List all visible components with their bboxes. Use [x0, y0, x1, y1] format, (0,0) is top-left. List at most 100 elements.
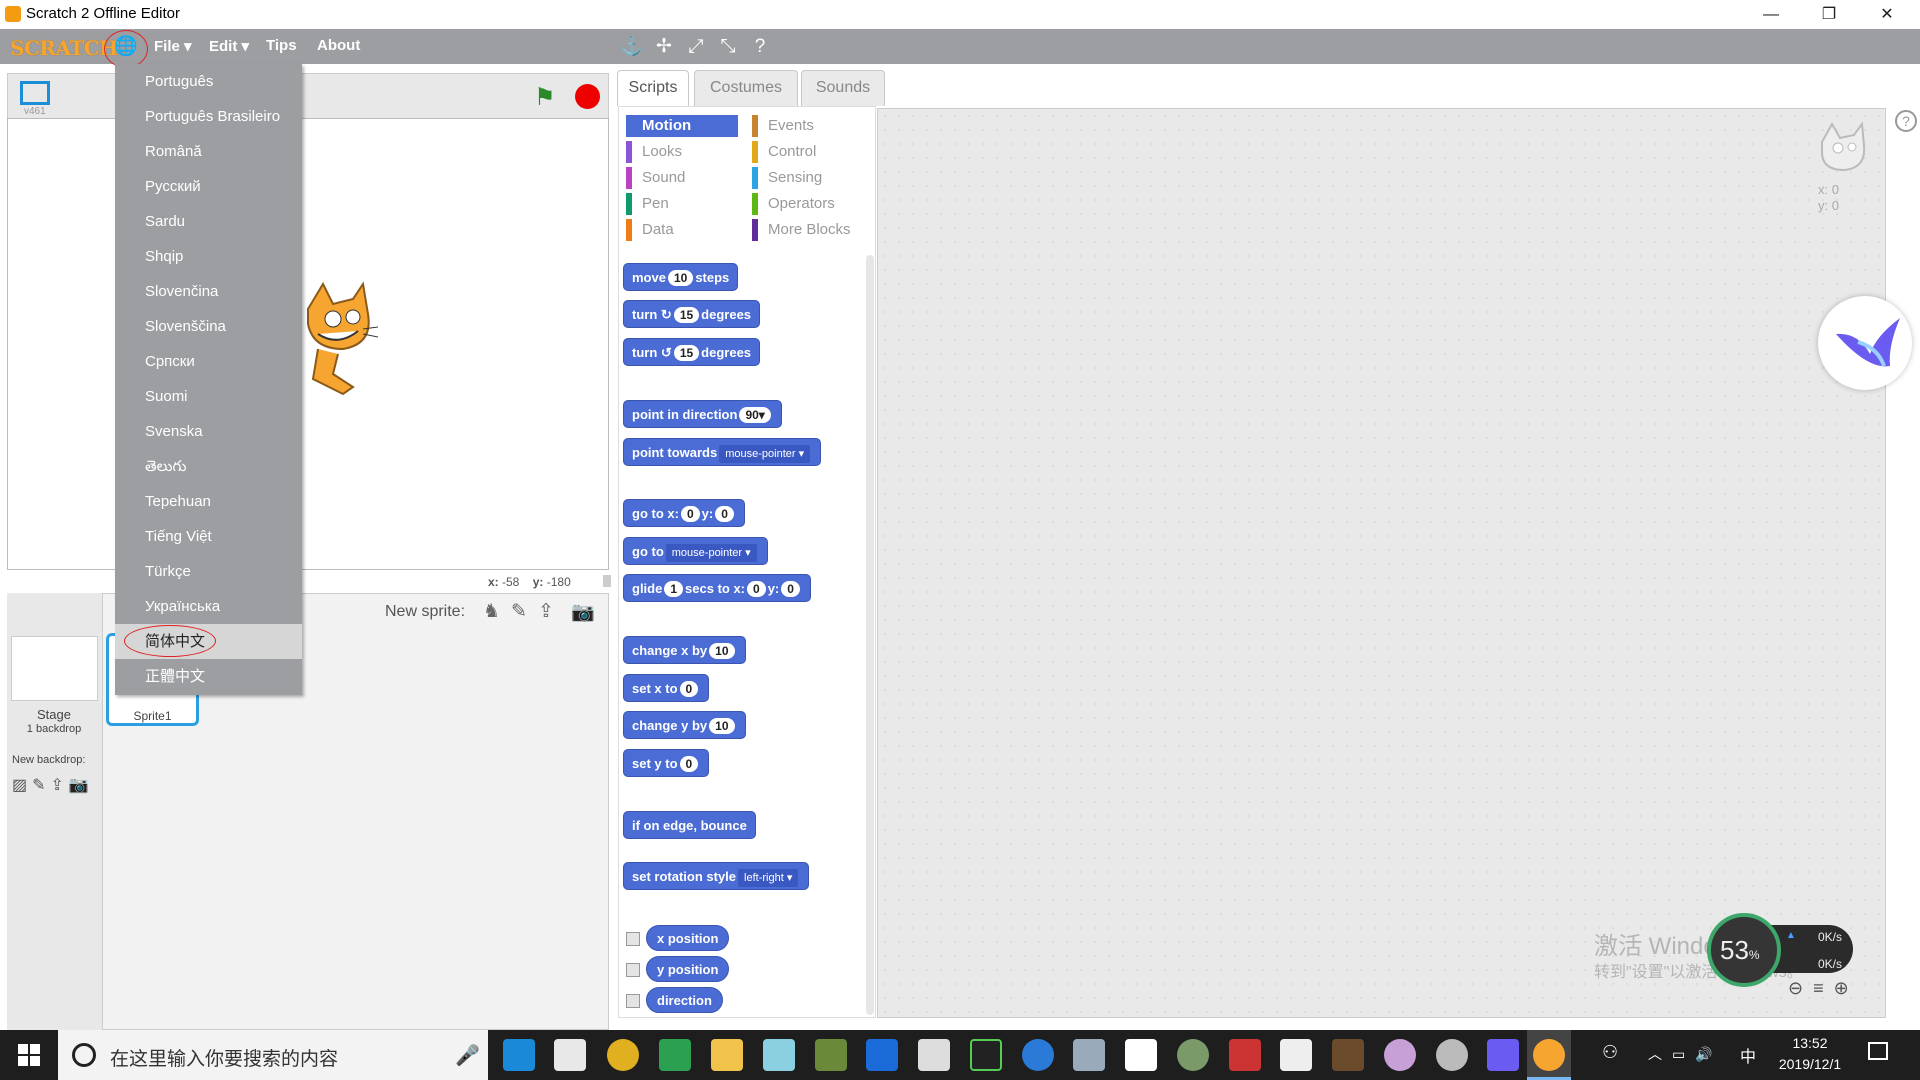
block-turn-right[interactable]: turn ↻ 15 degrees	[623, 300, 761, 328]
language-option[interactable]: Türkçe	[115, 554, 302, 589]
edit-menu[interactable]: Edit ▾	[209, 37, 249, 55]
block-set-y[interactable]: set y to 0	[623, 749, 710, 777]
microphone-icon[interactable]: 🎤	[455, 1043, 480, 1068]
block-goto[interactable]: go to mouse-pointer ▾	[623, 537, 768, 565]
category-pen[interactable]: Pen	[626, 193, 738, 215]
category-motion[interactable]: Motion	[626, 115, 738, 137]
palette-scrollbar[interactable]	[866, 255, 874, 1015]
category-sensing[interactable]: Sensing	[752, 167, 864, 189]
grow-icon[interactable]: ⤢	[685, 36, 707, 58]
people-icon[interactable]: ⚇	[1602, 1042, 1618, 1063]
block-rotation-style[interactable]: set rotation style left-right ▾	[623, 862, 810, 890]
language-option[interactable]: Română	[115, 134, 302, 169]
mail-icon[interactable]	[918, 1039, 950, 1071]
upload-sprite-icon[interactable]: ⇪	[538, 600, 554, 623]
chrome-icon[interactable]	[607, 1039, 639, 1071]
language-option[interactable]: Tiếng Việt	[115, 519, 302, 554]
windows-start-icon[interactable]	[18, 1044, 40, 1066]
backdrop-tools[interactable]: ▨✎⇪📷	[12, 775, 94, 795]
file-menu[interactable]: File ▾	[154, 37, 192, 55]
language-option[interactable]: Shqip	[115, 239, 302, 274]
scratch-taskbar-icon[interactable]	[1533, 1039, 1565, 1071]
block-goto-xy[interactable]: go to x: 0 y: 0	[623, 499, 745, 527]
app-rocket-icon[interactable]	[1229, 1039, 1261, 1071]
direction-checkbox[interactable]	[626, 994, 640, 1008]
stage-collapse-handle[interactable]	[603, 575, 611, 587]
clock-time[interactable]: 13:52	[1770, 1035, 1850, 1051]
block-set-x[interactable]: set x to 0	[623, 674, 710, 702]
language-option[interactable]: Slovenčina	[115, 274, 302, 309]
zoom-controls[interactable]: ⊖≡⊕	[1788, 978, 1859, 999]
block-change-x[interactable]: change x by 10	[623, 636, 746, 664]
shrink-icon[interactable]: ⤡	[717, 36, 739, 58]
category-more-blocks[interactable]: More Blocks	[752, 219, 864, 241]
language-option[interactable]: Українська	[115, 589, 302, 624]
tab-scripts[interactable]: Scripts	[617, 70, 689, 106]
help-circle-icon[interactable]: ?	[1895, 110, 1917, 132]
ime-indicator[interactable]: 中	[1740, 1043, 1756, 1067]
globe-icon[interactable]: 🌐	[114, 36, 138, 58]
green-flag-icon[interactable]: ⚑	[534, 83, 556, 112]
app-k-icon[interactable]	[1022, 1039, 1054, 1071]
block-point-direction[interactable]: point in direction 90▾	[623, 400, 782, 428]
category-data[interactable]: Data	[626, 219, 738, 241]
stage-canvas[interactable]	[7, 118, 609, 570]
tab-costumes[interactable]: Costumes	[694, 70, 798, 106]
block-point-towards[interactable]: point towards mouse-pointer ▾	[623, 438, 822, 466]
language-option[interactable]: Português	[115, 64, 302, 99]
edge-legacy-icon[interactable]	[503, 1039, 535, 1071]
block-glide[interactable]: glide 1 secs to x: 0 y: 0	[623, 574, 811, 602]
duplicate-icon[interactable]: ⚓	[620, 36, 644, 58]
language-option[interactable]: Русский	[115, 169, 302, 204]
block-change-y[interactable]: change y by 10	[623, 711, 746, 739]
category-events[interactable]: Events	[752, 115, 864, 137]
language-option[interactable]: Српски	[115, 344, 302, 379]
tray-icons[interactable]: ︿▭🔊	[1648, 1044, 1723, 1064]
camera-app-icon[interactable]	[1280, 1039, 1312, 1071]
category-sound[interactable]: Sound	[626, 167, 738, 189]
app-p-icon[interactable]	[1125, 1039, 1157, 1071]
sprite-library-icon[interactable]: ♞	[483, 600, 500, 623]
stage-thumbnail[interactable]	[11, 636, 98, 701]
language-option[interactable]: Português Brasileiro	[115, 99, 302, 134]
app-fan-icon[interactable]	[1384, 1039, 1416, 1071]
edge-icon[interactable]	[866, 1039, 898, 1071]
app-globe-icon[interactable]	[1177, 1039, 1209, 1071]
tab-sounds[interactable]: Sounds	[801, 70, 885, 106]
app-book-icon[interactable]	[815, 1039, 847, 1071]
floating-bird-widget[interactable]	[1818, 296, 1912, 390]
block-bounce[interactable]: if on edge, bounce	[623, 811, 756, 839]
store-icon[interactable]	[554, 1039, 586, 1071]
restore-button[interactable]: ❐	[1800, 0, 1858, 29]
scripts-area[interactable]	[877, 108, 1886, 1018]
language-option[interactable]: Svenska	[115, 414, 302, 449]
reporter-x-position[interactable]: x position	[646, 925, 730, 951]
delete-icon[interactable]: ✢	[653, 36, 675, 58]
github-icon[interactable]	[1436, 1039, 1468, 1071]
cat-sprite[interactable]	[298, 279, 378, 409]
category-operators[interactable]: Operators	[752, 193, 864, 215]
category-looks[interactable]: Looks	[626, 141, 738, 163]
notification-icon[interactable]	[1868, 1042, 1888, 1060]
x-position-checkbox[interactable]	[626, 932, 640, 946]
camera-sprite-icon[interactable]: 📷	[571, 600, 595, 624]
clock-date[interactable]: 2019/12/1	[1765, 1056, 1855, 1072]
language-option[interactable]: తెలుగు	[115, 449, 302, 484]
app-green-icon[interactable]	[659, 1039, 691, 1071]
minimize-button[interactable]: —	[1742, 0, 1800, 29]
reporter-direction[interactable]: direction	[646, 987, 723, 1013]
pycharm-icon[interactable]	[970, 1039, 1002, 1071]
fullscreen-icon[interactable]	[20, 81, 50, 105]
minecraft-icon[interactable]	[1332, 1039, 1364, 1071]
language-option[interactable]: Slovenščina	[115, 309, 302, 344]
y-position-checkbox[interactable]	[626, 963, 640, 977]
about-menu[interactable]: About	[317, 37, 360, 54]
close-button[interactable]: ✕	[1858, 0, 1916, 29]
language-option[interactable]: Suomi	[115, 379, 302, 414]
stop-icon[interactable]	[575, 84, 600, 109]
app-eraser-icon[interactable]	[763, 1039, 795, 1071]
scratch-logo[interactable]: SCRATCH	[10, 36, 118, 60]
help-icon[interactable]: ?	[749, 36, 771, 58]
app-bird-icon[interactable]	[1487, 1039, 1519, 1071]
language-option[interactable]: 正體中文	[115, 659, 302, 694]
